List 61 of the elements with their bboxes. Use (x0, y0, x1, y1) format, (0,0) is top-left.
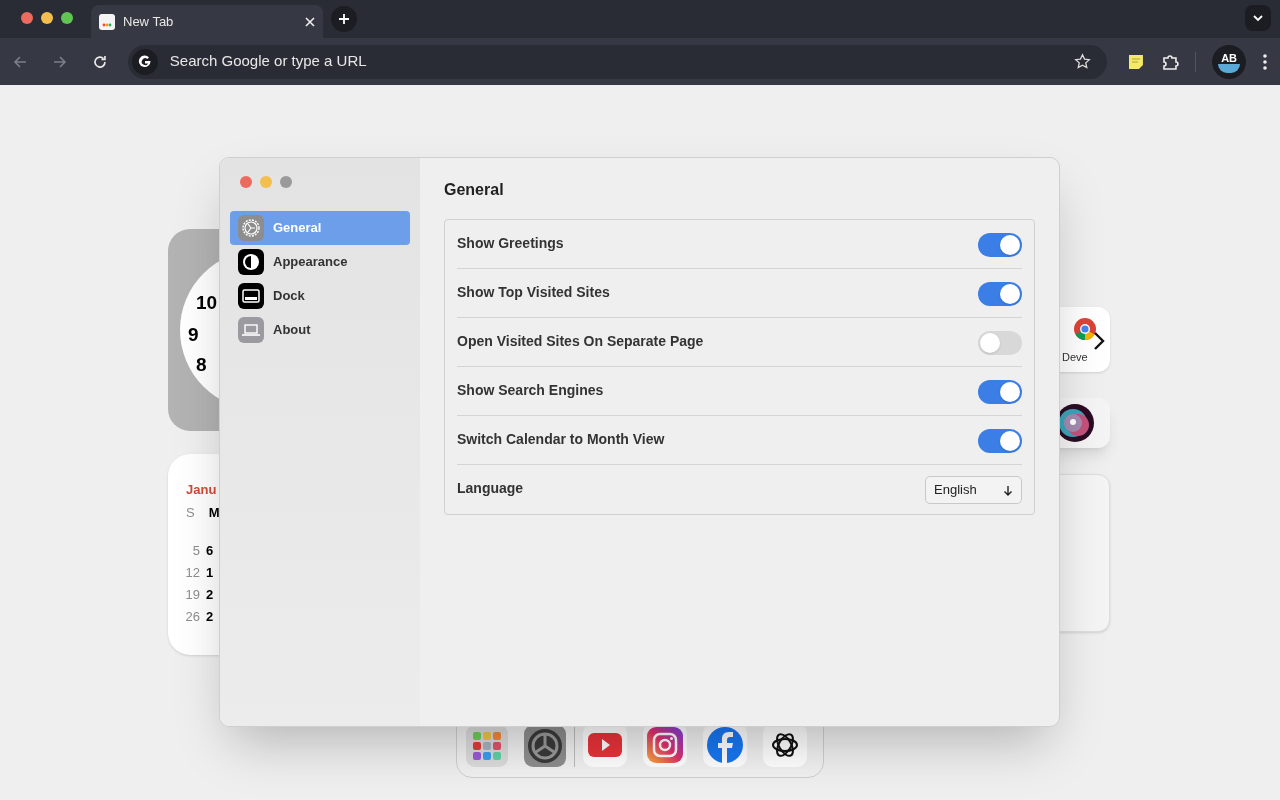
maximize-window-button[interactable] (61, 12, 73, 24)
address-field[interactable]: Search Google or type a URL (169, 50, 1063, 73)
sidebar-item[interactable]: Appearance (230, 245, 410, 279)
more-menu-icon[interactable] (1262, 52, 1268, 71)
browser-logo-icon (1074, 318, 1096, 340)
laptop-icon (238, 317, 264, 343)
calendar-day: 5 (182, 541, 200, 559)
weekday-label: M (208, 503, 220, 522)
profile-avatar[interactable]: AB (1212, 44, 1246, 79)
setting-label: Show Greetings (457, 234, 564, 253)
sidebar-item[interactable]: About (230, 313, 410, 347)
calendar-month: Janu (186, 481, 218, 499)
toggle-switch[interactable] (978, 380, 1022, 404)
sidebar-item[interactable]: Dock (230, 279, 410, 313)
settings-icon[interactable] (524, 725, 566, 767)
toggle-switch[interactable] (978, 282, 1022, 306)
calendar-day: 12 (182, 563, 200, 581)
avatar-initials: AB (1221, 51, 1237, 67)
settings-title: General (444, 180, 505, 200)
puzzle-icon[interactable] (1161, 52, 1180, 71)
clock-numeral: 8 (196, 353, 207, 377)
plus-icon (338, 13, 350, 25)
browser-tab[interactable]: New Tab (91, 5, 323, 38)
calendar-day: 1 (206, 563, 214, 581)
setting-label: Language (457, 479, 524, 498)
calendar-day: 2 (206, 585, 214, 603)
app-grid-icon[interactable] (466, 725, 508, 767)
tab-favicon (99, 13, 115, 30)
clock-numeral: 9 (188, 323, 199, 347)
setting-label: Open Visited Sites On Separate Page (457, 332, 704, 351)
down-arrow-icon (1003, 484, 1013, 496)
address-bar[interactable]: Search Google or type a URL (127, 44, 1108, 79)
setting-label: Show Search Engines (457, 381, 604, 400)
language-dropdown[interactable]: English (925, 476, 1022, 504)
reload-icon[interactable] (91, 53, 108, 70)
calendar-day: 26 (182, 607, 200, 625)
close-window-button[interactable] (21, 12, 33, 24)
calendar-day: 19 (182, 585, 200, 603)
toggle-switch[interactable] (978, 233, 1022, 257)
window-icon (238, 283, 264, 309)
toggle-switch[interactable] (978, 331, 1022, 355)
calendar-day: 2 (206, 607, 214, 625)
chevron-down-icon (1252, 14, 1264, 22)
chevron-right-icon[interactable] (1093, 331, 1105, 351)
setting-label: Show Top Visited Sites (457, 283, 610, 302)
forward-icon[interactable] (51, 53, 68, 70)
setting-label: Switch Calendar to Month View (457, 430, 665, 449)
minimize-window-button[interactable] (41, 12, 53, 24)
new-tab-button[interactable] (331, 6, 357, 32)
shortcut-label: Deve (1062, 350, 1088, 365)
weekday-label: S (186, 503, 195, 522)
toggle-switch[interactable] (978, 429, 1022, 453)
sticky-note-icon[interactable] (1127, 52, 1146, 71)
tab-search-button[interactable] (1245, 5, 1271, 31)
google-icon (131, 48, 158, 75)
calendar-day: 6 (206, 541, 214, 559)
close-icon[interactable] (305, 16, 315, 27)
star-icon[interactable] (1074, 53, 1092, 70)
gear-icon (238, 215, 264, 241)
tab-title: New Tab (123, 12, 175, 31)
clock-numeral: 10 (196, 291, 218, 315)
